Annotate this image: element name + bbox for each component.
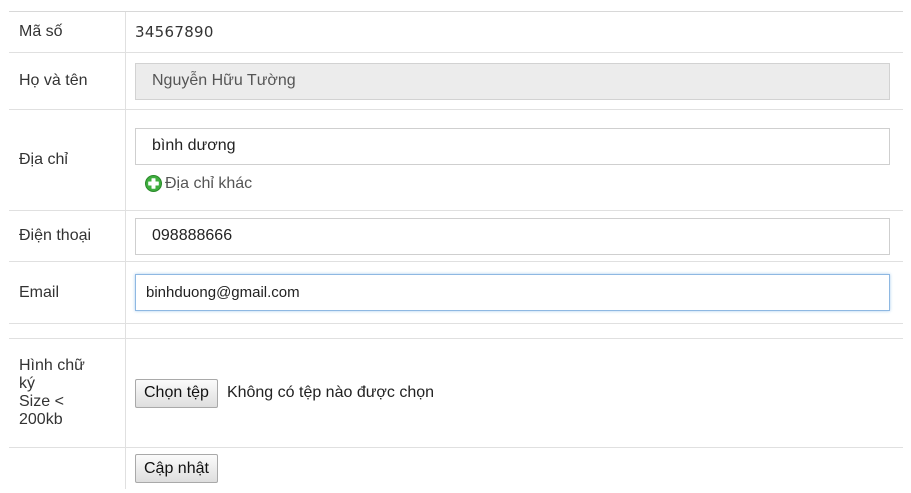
fullname-field: Nguyễn Hữu Tường [135, 62, 890, 100]
phone-field[interactable]: 098888666 [135, 217, 890, 255]
user-info-form: Mã số 34567890 Họ và tên Nguyễn Hữu Tườn… [9, 11, 903, 489]
choose-file-button[interactable]: Chọn tệp [135, 378, 218, 408]
signature-label-line: 200kb [19, 411, 63, 428]
code-label: Mã số [9, 12, 126, 52]
signature-label-line: Size < [19, 393, 64, 410]
address-field[interactable]: bình dương [135, 127, 890, 165]
row-signature: Hình chữ ký Size < 200kb Chọn tệp Không … [9, 339, 903, 448]
address-label: Địa chỉ [9, 110, 126, 210]
signature-label-line: Hình chữ [19, 357, 85, 374]
row-submit: Cập nhật [9, 448, 903, 489]
email-field[interactable]: binhduong@gmail.com [135, 274, 890, 311]
signature-label-line: ký [19, 375, 35, 392]
plus-icon [145, 175, 162, 192]
fullname-label: Họ và tên [9, 53, 126, 109]
row-code: Mã số 34567890 [9, 12, 903, 53]
phone-label: Điện thoại [9, 211, 126, 261]
row-spacer [9, 324, 903, 339]
row-phone: Điện thoại 098888666 [9, 211, 903, 262]
update-button[interactable]: Cập nhật [135, 454, 218, 483]
code-value: 34567890 [135, 23, 214, 41]
add-address-label: Địa chỉ khác [165, 174, 253, 192]
email-label: Email [9, 262, 126, 323]
add-address-link[interactable]: Địa chỉ khác [145, 175, 903, 193]
file-status-text: Không có tệp nào được chọn [226, 384, 435, 401]
signature-label: Hình chữ ký Size < 200kb [9, 339, 126, 447]
row-fullname: Họ và tên Nguyễn Hữu Tường [9, 53, 903, 110]
row-address: Địa chỉ bình dương Địa chỉ khác [9, 110, 903, 211]
row-email: Email binhduong@gmail.com [9, 262, 903, 324]
